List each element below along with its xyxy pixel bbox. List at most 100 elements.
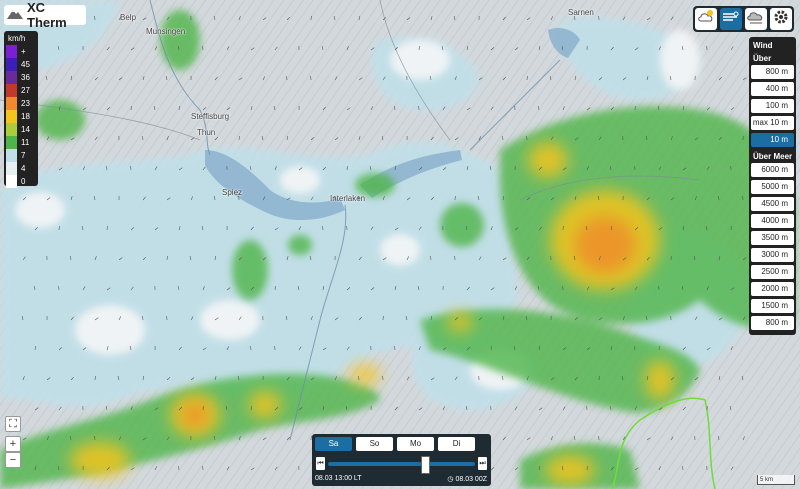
wind-layer-button[interactable]: [720, 8, 742, 30]
wind-arrow: [322, 106, 326, 111]
wind-arrow: [333, 16, 336, 21]
wind-arrow: [670, 436, 674, 441]
wind-arrow: [610, 226, 613, 231]
zoom-in-button[interactable]: +: [5, 436, 21, 452]
wind-arrow: [706, 107, 711, 111]
wind-arrow: [177, 286, 180, 291]
wind-arrow: [634, 227, 639, 231]
wind-arrow: [142, 196, 146, 201]
wind-arrow: [442, 106, 446, 111]
altitude-button[interactable]: 800 m: [751, 316, 794, 330]
legend-swatch: [6, 45, 17, 58]
above-ground-header: Über Grund: [753, 54, 777, 76]
day-tab[interactable]: Di: [438, 437, 475, 451]
wind-arrow: [682, 406, 686, 411]
altitude-button[interactable]: 6000 m: [751, 163, 794, 177]
wind-arrow: [322, 226, 324, 231]
fullscreen-button[interactable]: ⛶: [5, 416, 21, 432]
wind-arrow: [718, 76, 722, 81]
wind-arrow: [525, 316, 528, 321]
altitude-button[interactable]: 4500 m: [751, 197, 794, 211]
wind-arrow: [238, 77, 243, 81]
legend-swatch: [6, 71, 17, 84]
altitude-button[interactable]: 3500 m: [751, 231, 794, 245]
wind-arrow: [274, 407, 279, 411]
wind-arrow: [346, 287, 351, 291]
wind-arrow: [598, 317, 603, 321]
skip-back-button[interactable]: ⏮: [316, 457, 325, 470]
wind-arrow: [369, 166, 372, 171]
wind-arrow: [622, 436, 626, 441]
wind-arrow: [514, 47, 519, 51]
time-slider-track[interactable]: [328, 456, 475, 474]
mountain-logo-icon: [7, 6, 23, 24]
wind-arrow: [406, 197, 411, 201]
wind-arrow: [526, 17, 531, 21]
wind-arrow: [670, 136, 673, 141]
wind-arrow: [322, 347, 327, 351]
wind-arrow: [106, 346, 109, 351]
altitude-button[interactable]: 1500 m: [751, 299, 794, 313]
wind-arrow: [82, 286, 86, 291]
skip-forward-button[interactable]: ⏭: [478, 457, 487, 470]
wind-arrow: [166, 436, 170, 441]
wind-arrow: [274, 466, 278, 471]
altitude-button[interactable]: max 10 m: [751, 116, 794, 130]
wind-arrow: [394, 286, 397, 291]
wind-panel-title: Wind: [753, 41, 773, 50]
wind-arrow: [682, 167, 687, 171]
wind-arrow: [526, 376, 529, 381]
wind-arrow: [358, 16, 361, 21]
wind-arrow: [730, 46, 734, 51]
wind-arrow: [250, 47, 255, 51]
wind-arrow: [214, 376, 217, 381]
altitude-button[interactable]: 400 m: [751, 82, 794, 96]
gear-icon: [773, 9, 789, 30]
wind-arrow: [394, 46, 399, 51]
altitude-button[interactable]: 5000 m: [751, 180, 794, 194]
wind-arrow: [94, 136, 98, 141]
wind-arrow: [682, 106, 685, 111]
wind-arrow: [250, 286, 255, 291]
time-slider-thumb[interactable]: [421, 456, 430, 474]
wind-arrow: [394, 406, 398, 411]
wind-arrow: [622, 316, 625, 321]
altitude-button[interactable]: 100 m: [751, 99, 794, 113]
app-logo[interactable]: XC Therm: [4, 0, 86, 30]
legend-swatch: [6, 149, 17, 162]
wind-arrow: [58, 406, 62, 411]
wind-arrow: [178, 45, 180, 51]
day-tab[interactable]: Mo: [397, 437, 434, 451]
wind-arrow: [82, 166, 86, 171]
day-tab[interactable]: Sa: [315, 437, 352, 451]
zoom-out-button[interactable]: −: [5, 452, 21, 468]
wind-arrow: [214, 136, 219, 141]
day-tab[interactable]: So: [356, 437, 393, 451]
wind-arrow: [310, 137, 315, 141]
wind-arrow: [598, 256, 601, 261]
wind-arrow: [586, 286, 590, 291]
settings-button[interactable]: [770, 8, 792, 30]
wind-arrow: [646, 437, 651, 441]
altitude-button[interactable]: 4000 m: [751, 214, 794, 228]
wind-arrow: [334, 376, 337, 381]
altitude-button[interactable]: 10 m: [751, 133, 794, 147]
wind-arrow: [610, 406, 612, 411]
altitude-button[interactable]: 3000 m: [751, 248, 794, 262]
legend-label: +: [21, 47, 26, 56]
altitude-button[interactable]: 2500 m: [751, 265, 794, 279]
cloud-layer-button[interactable]: [745, 8, 767, 30]
wind-arrow: [550, 377, 555, 381]
wind-arrow: [166, 136, 169, 141]
wind-arrow: [622, 77, 627, 81]
thermal-layer-button[interactable]: [695, 8, 717, 30]
wind-arrow: [706, 347, 711, 351]
wind-arrow: [70, 435, 72, 441]
legend-label: 45: [21, 60, 30, 69]
altitude-button[interactable]: 2000 m: [751, 282, 794, 296]
wind-arrow: [22, 376, 25, 381]
wind-arrow: [658, 166, 662, 171]
wind-arrow: [610, 106, 614, 111]
wind-arrow: [729, 406, 732, 411]
wind-arrow: [466, 46, 469, 51]
